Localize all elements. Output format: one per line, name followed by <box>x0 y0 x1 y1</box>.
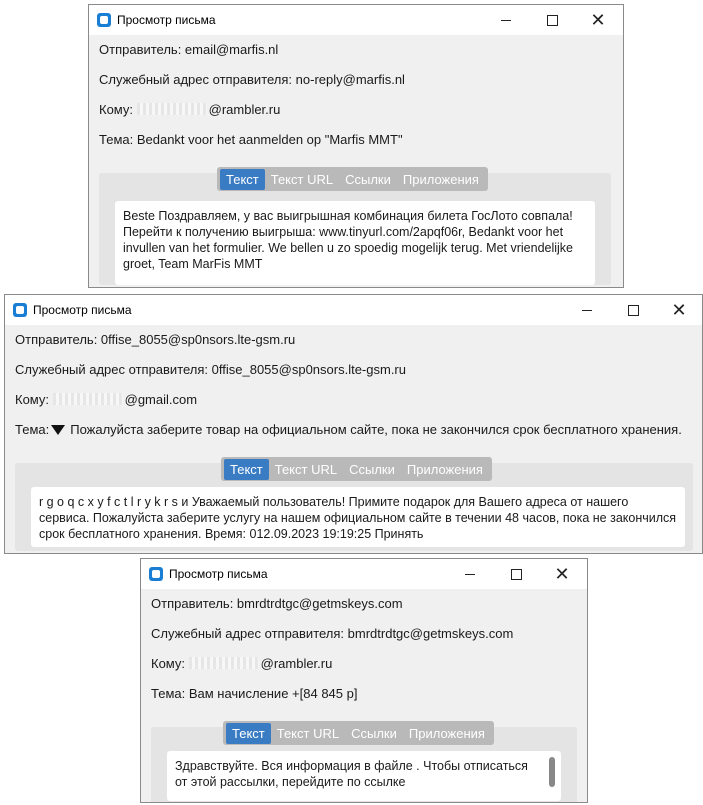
subject-field: Тема: Пожалуйста заберите товар на официа… <box>15 422 682 437</box>
triangle-down-icon <box>51 425 66 435</box>
recipient-field: Кому: @rambler.ru <box>99 102 280 117</box>
service-address-field: Служебный адрес отправителя: no-reply@ma… <box>99 72 405 87</box>
minimize-button[interactable] <box>483 5 529 35</box>
recipient-label: Кому: <box>151 656 185 671</box>
redacted-recipient <box>188 657 259 669</box>
tab-links[interactable]: Ссылки <box>339 169 397 190</box>
tab-attachments[interactable]: Приложения <box>403 723 491 744</box>
message-panel: Текст Текст URL Ссылки Приложения Beste … <box>99 167 611 285</box>
tab-text-url[interactable]: Текст URL <box>265 169 339 190</box>
sender-field: Отправитель: 0ffise_8055@sp0nsors.lte-gs… <box>15 332 296 347</box>
tab-links[interactable]: Ссылки <box>345 723 403 744</box>
tab-strip: Текст Текст URL Ссылки Приложения <box>217 167 488 191</box>
maximize-button[interactable] <box>493 559 539 589</box>
tab-strip: Текст Текст URL Ссылки Приложения <box>223 721 494 745</box>
maximize-button[interactable] <box>529 5 575 35</box>
message-panel: Текст Текст URL Ссылки Приложения Здравс… <box>151 721 577 802</box>
close-button[interactable]: ✕ <box>539 559 585 589</box>
subject-field: Тема: Вам начисление +[84 845 р] <box>151 686 358 701</box>
recipient-domain: @gmail.com <box>124 392 198 407</box>
tab-strip: Текст Текст URL Ссылки Приложения <box>221 457 492 481</box>
message-body[interactable]: Beste Поздравляем, у вас выигрышная комб… <box>115 201 595 285</box>
window-title: Просмотр письма <box>117 13 216 27</box>
tab-text[interactable]: Текст <box>226 722 271 744</box>
window-title: Просмотр письма <box>33 303 132 317</box>
maximize-button[interactable] <box>610 295 656 325</box>
message-panel: Текст Текст URL Ссылки Приложения r g o … <box>15 457 693 551</box>
tab-attachments[interactable]: Приложения <box>401 459 489 480</box>
mail-viewer-app-icon <box>13 303 27 317</box>
title-bar[interactable]: Просмотр письма ✕ <box>5 295 702 325</box>
close-button[interactable]: ✕ <box>656 295 702 325</box>
service-address-field: Служебный адрес отправителя: bmrdtrdtgc@… <box>151 626 514 641</box>
email-window-2: Просмотр письма ✕ Отправитель: 0ffise_80… <box>4 294 703 554</box>
message-body[interactable]: Здравствуйте. Вся информация в файле . Ч… <box>167 751 561 801</box>
recipient-domain: @rambler.ru <box>208 102 281 117</box>
mail-viewer-app-icon <box>149 567 163 581</box>
body-scrollbar[interactable] <box>549 757 555 787</box>
title-bar[interactable]: Просмотр письма ✕ <box>141 559 587 589</box>
tab-attachments[interactable]: Приложения <box>397 169 485 190</box>
recipient-field: Кому: @rambler.ru <box>151 656 332 671</box>
email-window-1: Просмотр письма ✕ Отправитель: email@mar… <box>88 4 624 288</box>
service-address-field: Служебный адрес отправителя: 0ffise_8055… <box>15 362 406 377</box>
tab-text-url[interactable]: Текст URL <box>271 723 345 744</box>
recipient-domain: @rambler.ru <box>260 656 333 671</box>
tab-text-url[interactable]: Текст URL <box>269 459 343 480</box>
email-window-3: Просмотр письма ✕ Отправитель: bmrdtrdtg… <box>140 558 588 803</box>
minimize-button[interactable] <box>447 559 493 589</box>
window-title: Просмотр письма <box>169 567 268 581</box>
recipient-field: Кому: @gmail.com <box>15 392 197 407</box>
title-bar[interactable]: Просмотр письма ✕ <box>89 5 623 35</box>
message-body[interactable]: r g o q c x y f c t l r y k r s и Уважае… <box>31 487 685 547</box>
tab-text[interactable]: Текст <box>220 168 265 190</box>
tab-links[interactable]: Ссылки <box>343 459 401 480</box>
redacted-recipient <box>136 103 207 115</box>
recipient-label: Кому: <box>15 392 49 407</box>
redacted-recipient <box>52 393 123 405</box>
close-button[interactable]: ✕ <box>575 5 621 35</box>
sender-field: Отправитель: email@marfis.nl <box>99 42 279 57</box>
tab-text[interactable]: Текст <box>224 458 269 480</box>
subject-text: Пожалуйста заберите товар на официальном… <box>70 422 682 437</box>
subject-field: Тема: Bedankt voor het aanmelden op "Mar… <box>99 132 403 147</box>
sender-field: Отправитель: bmrdtrdtgc@getmskeys.com <box>151 596 403 611</box>
subject-label: Тема: <box>15 422 50 437</box>
recipient-label: Кому: <box>99 102 133 117</box>
minimize-button[interactable] <box>564 295 610 325</box>
mail-viewer-app-icon <box>97 13 111 27</box>
